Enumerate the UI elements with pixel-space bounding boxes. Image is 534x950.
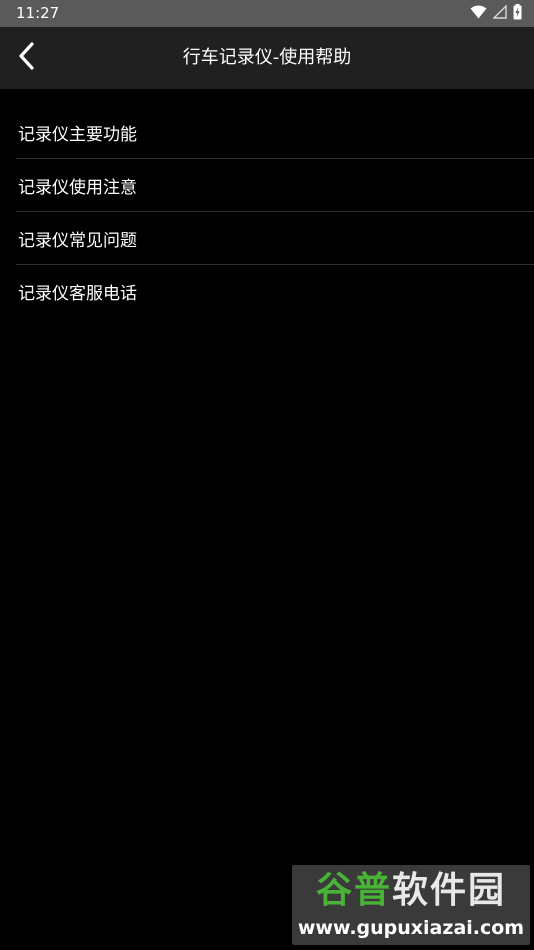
wifi-icon (470, 4, 487, 23)
signal-icon (492, 4, 507, 23)
chevron-left-icon (17, 42, 35, 74)
watermark: 谷普软件园 www.gupuxiazai.com (292, 865, 530, 945)
watermark-brand-part1: 谷普 (315, 870, 392, 911)
watermark-url: www.gupuxiazai.com (297, 917, 525, 939)
menu-item-label: 记录仪使用注意 (18, 177, 137, 198)
menu-item-label: 记录仪常见问题 (18, 230, 137, 251)
app-bar: 行车记录仪-使用帮助 (0, 27, 534, 89)
menu-item-usage-notes[interactable]: 记录仪使用注意 (16, 159, 534, 212)
menu-item-label: 记录仪主要功能 (18, 124, 137, 145)
menu-item-faq[interactable]: 记录仪常见问题 (16, 212, 534, 265)
watermark-brand-part2: 软件园 (392, 870, 507, 911)
status-time: 11:27 (16, 4, 60, 22)
battery-charging-icon (513, 3, 522, 24)
help-menu-list: 记录仪主要功能 记录仪使用注意 记录仪常见问题 记录仪客服电话 (0, 106, 534, 317)
menu-item-service-phone[interactable]: 记录仪客服电话 (16, 265, 534, 317)
status-icons (470, 3, 522, 24)
status-bar: 11:27 (0, 0, 534, 27)
watermark-brand: 谷普软件园 (292, 869, 530, 913)
menu-item-label: 记录仪客服电话 (18, 283, 137, 304)
page-title: 行车记录仪-使用帮助 (182, 47, 352, 68)
menu-item-main-functions[interactable]: 记录仪主要功能 (16, 106, 534, 159)
back-button[interactable] (6, 37, 46, 79)
